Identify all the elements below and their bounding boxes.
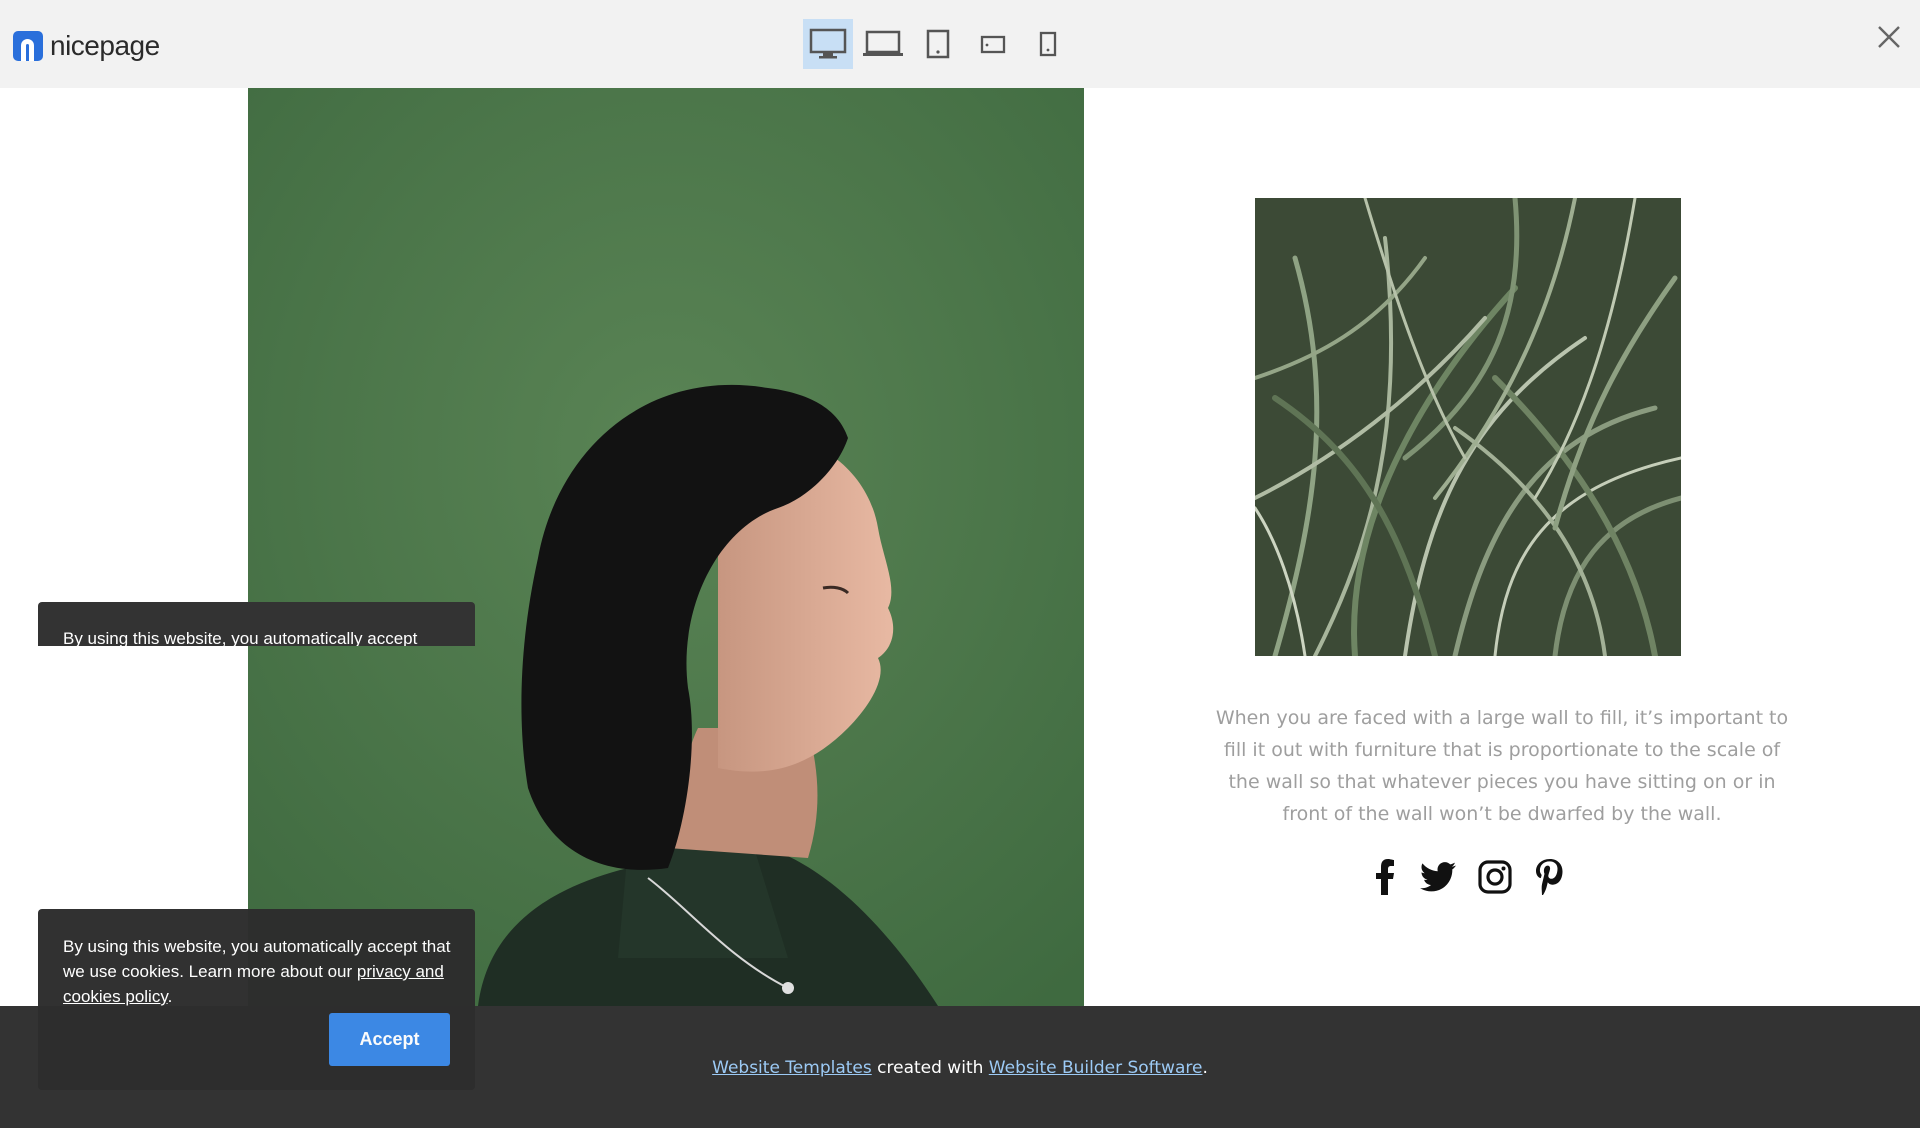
instagram-link[interactable] <box>1478 860 1512 894</box>
cookie-ghost-text: By using this website, you automatically… <box>63 629 418 646</box>
close-preview-button[interactable] <box>1876 24 1902 50</box>
phone-icon <box>1039 31 1057 57</box>
twitter-icon <box>1419 862 1456 892</box>
tablet-icon <box>926 29 950 59</box>
facebook-link[interactable] <box>1373 859 1397 895</box>
portrait-image <box>248 88 1084 1006</box>
cookie-banner: By using this website, you automatically… <box>38 909 475 1090</box>
device-desktop-button[interactable] <box>803 19 853 69</box>
device-switcher <box>803 19 1078 69</box>
grass-photo <box>1255 198 1681 656</box>
footer-middle-text: created with <box>871 1058 989 1078</box>
portrait-photo <box>248 88 1084 1006</box>
device-phone-button[interactable] <box>1023 19 1073 69</box>
device-laptop-button[interactable] <box>858 19 908 69</box>
website-builder-link[interactable]: Website Builder Software <box>989 1058 1203 1078</box>
twitter-link[interactable] <box>1419 862 1456 892</box>
pinterest-link[interactable] <box>1535 859 1563 895</box>
device-tablet-landscape-button[interactable] <box>968 19 1018 69</box>
footer-end-text: . <box>1202 1058 1208 1078</box>
accept-cookies-button[interactable]: Accept <box>329 1013 450 1066</box>
close-icon <box>1878 26 1900 48</box>
pinterest-icon <box>1535 859 1563 895</box>
instagram-icon <box>1478 860 1512 894</box>
website-templates-link[interactable]: Website Templates <box>712 1058 872 1078</box>
nicepage-logo[interactable]: nicepage <box>13 30 160 62</box>
cookie-message-end: . <box>167 987 173 1006</box>
desktop-icon <box>809 28 847 59</box>
cookie-banner-ghost: By using this website, you automatically… <box>38 602 475 646</box>
tablet-landscape-icon <box>980 35 1006 54</box>
logo-text: nicepage <box>50 30 160 61</box>
grass-image <box>1255 198 1681 656</box>
social-links <box>1373 857 1563 897</box>
editor-topbar: nicepage <box>0 0 1920 88</box>
laptop-icon <box>863 30 903 56</box>
facebook-icon <box>1376 859 1394 895</box>
body-paragraph: When you are faced with a large wall to … <box>1215 707 1789 825</box>
device-tablet-button[interactable] <box>913 19 963 69</box>
nicepage-logo-icon <box>13 31 43 61</box>
cookie-message: By using this website, you automatically… <box>63 934 463 1009</box>
